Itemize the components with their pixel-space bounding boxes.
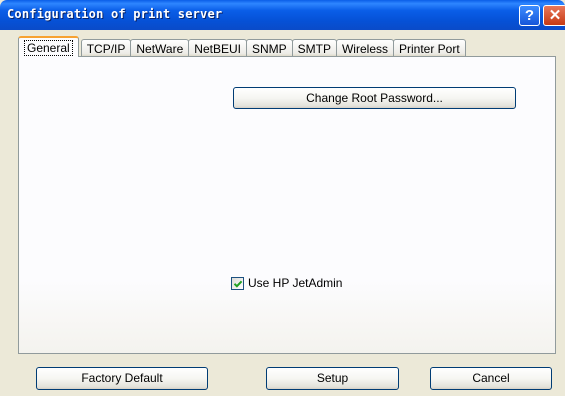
use-jetadmin-label: Use HP JetAdmin [248, 276, 343, 290]
tab-printer-port[interactable]: Printer Port [393, 39, 466, 57]
tab-tcpip[interactable]: TCP/IP [80, 39, 132, 57]
window-title: Configuration of print server [7, 7, 223, 21]
help-button[interactable]: ? [519, 5, 540, 26]
tab-general-label: General [24, 40, 73, 56]
change-root-password-button[interactable]: Change Root Password... [233, 87, 516, 109]
title-bar: Configuration of print server ? ✕ [0, 0, 565, 30]
tab-wireless[interactable]: Wireless [335, 39, 394, 57]
tab-netware[interactable]: NetWare [130, 39, 190, 57]
factory-default-button[interactable]: Factory Default [36, 367, 208, 390]
setup-button[interactable]: Setup [266, 367, 399, 390]
use-jetadmin-checkbox[interactable] [231, 276, 244, 290]
tab-netbeui[interactable]: NetBEUI [188, 39, 247, 57]
tab-general[interactable]: General [18, 36, 79, 57]
tab-smtp[interactable]: SMTP [291, 39, 337, 57]
tab-strip: General TCP/IP NetWare NetBEUI SNMP SMTP… [18, 36, 466, 57]
tab-snmp[interactable]: SNMP [245, 39, 293, 57]
checkmark-icon [233, 280, 243, 288]
close-button[interactable]: ✕ [543, 5, 565, 26]
cancel-button[interactable]: Cancel [430, 367, 552, 390]
use-jetadmin-option[interactable]: Use HP JetAdmin [231, 276, 342, 290]
